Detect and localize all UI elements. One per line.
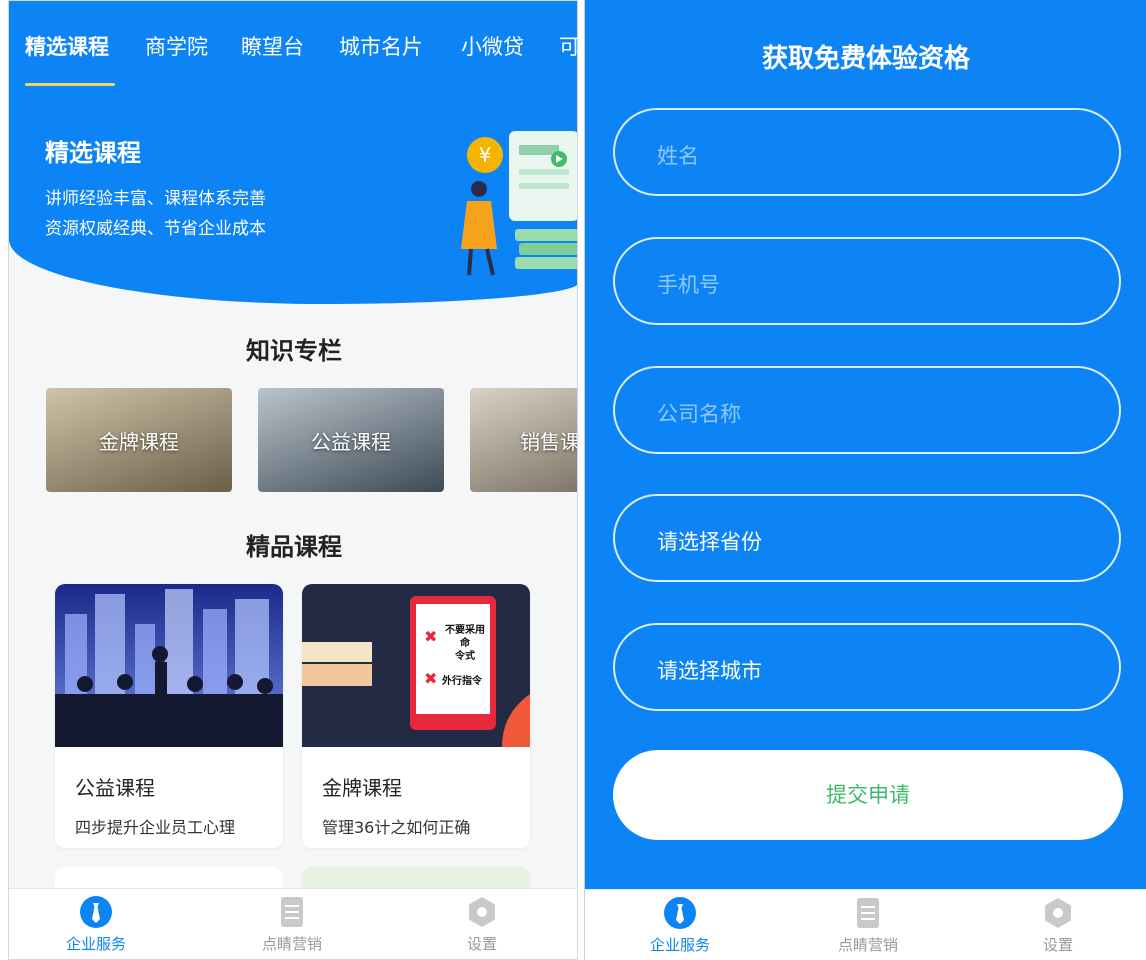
nav-label: 企业服务 [65,935,126,953]
knowledge-card-gold[interactable]: 金牌课程 [46,388,232,492]
submit-button[interactable]: 提交申请 [613,750,1123,840]
hero-title: 精选课程 [45,139,141,167]
knowledge-card-sales[interactable]: 销售课 [470,388,578,492]
tie-icon [80,896,112,928]
hexagon-gear-icon [1045,898,1071,928]
management-slide-image [302,584,530,747]
tab-business-school[interactable]: 商学院 [145,31,208,61]
province-select[interactable]: 请选择省份 [613,494,1121,582]
tie-icon [664,897,696,929]
slide-text-line1: 不要采用命 [445,625,485,649]
nav-item-marketing[interactable]: 点睛营销 [813,896,923,955]
active-tab-indicator [25,83,115,86]
hero-line-2: 资源权威经典、节省企业成本 [45,219,266,239]
company-field[interactable]: 公司名称 [613,366,1121,454]
document-icon [281,897,303,927]
bottom-nav: 企业服务 点睛营销 设置 [9,888,577,959]
form-title: 获取免费体验资格 [761,44,970,74]
hero-illustration: ¥ [461,131,577,276]
province-select-label: 请选择省份 [657,530,762,554]
phone-placeholder: 手机号 [657,273,720,297]
hero-line-1: 讲师经验丰富、课程体系完善 [45,189,266,209]
tab-lookout[interactable]: 瞭望台 [241,31,304,61]
course-card-gold[interactable]: ✖ 不要采用命 令式 ✖ 外行指令 金牌课程 管理36计之如何正确 [302,584,530,848]
nav-label: 点睛营销 [261,935,322,953]
nav-label: 设置 [1042,936,1073,954]
nav-label: 点睛营销 [837,936,898,954]
slide-text-line3: 外行指令 [442,676,482,687]
course-title: 公益课程 [75,776,155,800]
nav-item-enterprise-service[interactable]: 企业服务 [41,895,151,954]
featured-section-title: 精品课程 [246,533,342,561]
tab-more[interactable]: 可 [559,31,577,61]
phone-field[interactable]: 手机号 [613,237,1121,325]
slide-text-line2: 令式 [455,651,475,662]
knowledge-card-label: 公益课程 [311,430,391,454]
nav-item-marketing[interactable]: 点睛营销 [237,895,347,954]
svg-text:¥: ¥ [479,143,492,167]
company-placeholder: 公司名称 [657,402,741,426]
city-select[interactable]: 请选择城市 [613,623,1121,711]
cross-icon: ✖ [424,627,438,646]
nav-label: 企业服务 [649,936,710,954]
name-field[interactable]: 姓名 [613,108,1121,196]
knowledge-card-charity[interactable]: 公益课程 [258,388,444,492]
nav-label: 设置 [466,935,497,953]
course-card-charity[interactable]: 公益课程 四步提升企业员工心理 [55,584,283,848]
category-tabs: 精选课程 商学院 瞭望台 城市名片 小微贷 可 [9,1,577,89]
right-screen: 获取免费体验资格 姓名 手机号 公司名称 请选择省份 请选择城市 提交申请 企业… [584,0,1146,960]
course-description: 四步提升企业员工心理 [75,818,236,837]
bottom-nav: 企业服务 点睛营销 设置 [585,889,1146,960]
nav-item-enterprise-service[interactable]: 企业服务 [625,896,735,955]
nav-item-settings[interactable]: 设置 [1003,896,1113,955]
course-title: 金牌课程 [322,776,402,800]
knowledge-section-title: 知识专栏 [246,337,342,365]
tab-micro-loan[interactable]: 小微贷 [461,31,524,61]
name-placeholder: 姓名 [657,144,699,168]
city-select-label: 请选择城市 [657,659,762,683]
slide-text: 不要采用命 令式 [442,624,488,663]
hexagon-gear-icon [469,897,495,927]
city-silhouette-image [55,584,283,747]
knowledge-card-label: 销售课 [520,430,578,454]
knowledge-card-label: 金牌课程 [99,430,179,454]
cross-icon: ✖ [424,669,438,688]
document-icon [857,898,879,928]
nav-item-settings[interactable]: 设置 [427,895,537,954]
tab-selected-courses[interactable]: 精选课程 [25,31,109,61]
course-description: 管理36计之如何正确 [322,818,471,837]
left-screen: 精选课程 商学院 瞭望台 城市名片 小微贷 可 精选课程 讲师经验丰富、课程体系… [8,0,578,960]
tab-city-card[interactable]: 城市名片 [339,31,423,61]
